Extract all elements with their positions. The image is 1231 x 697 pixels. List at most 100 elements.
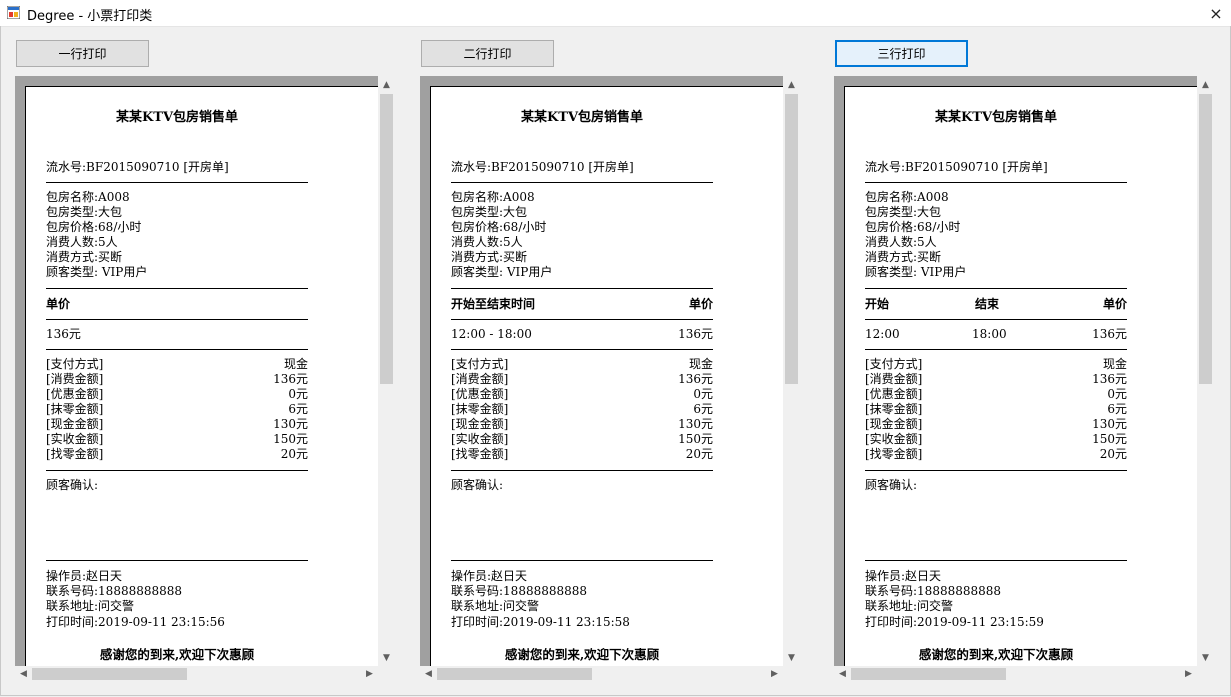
operator: 操作员:赵日天 — [451, 569, 528, 583]
scroll-down-icon[interactable]: ▼ — [378, 649, 395, 666]
divider — [46, 319, 308, 320]
table-header: 单价 — [46, 297, 308, 312]
payment-label: [优惠金额] — [46, 387, 104, 401]
header-price: 单价 — [688, 297, 713, 311]
payment-value: 136元 — [678, 372, 713, 386]
scroll-up-icon[interactable]: ▲ — [378, 76, 395, 93]
vertical-scrollbar[interactable]: ▲ ▼ — [1197, 76, 1214, 666]
payment-value: 0元 — [693, 387, 713, 401]
receipt-title: 某某KTV包房销售单 — [934, 110, 1058, 125]
scroll-up-icon[interactable]: ▲ — [1197, 76, 1214, 93]
table-header: 开始至结束时间 单价 — [451, 297, 713, 312]
divider — [451, 349, 713, 350]
payment-label: [实收金额] — [46, 432, 104, 446]
thanks-message: 感谢您的到来,欢迎下次惠顾 — [504, 647, 660, 662]
vertical-scrollbar[interactable]: ▲ ▼ — [378, 76, 395, 666]
window-title: Degree - 小票打印类 — [27, 9, 153, 24]
scroll-thumb[interactable] — [32, 668, 187, 680]
table-row: 12:00 18:00 136元 — [865, 327, 1127, 342]
payment-value: 6元 — [1107, 402, 1127, 416]
horizontal-scrollbar[interactable]: ◀ ▶ — [420, 666, 783, 682]
payment-row: [优惠金额] 0元 — [865, 387, 1127, 402]
scroll-thumb[interactable] — [380, 94, 393, 384]
horizontal-scrollbar[interactable]: ◀ ▶ — [834, 666, 1197, 682]
close-icon[interactable]: × — [1201, 0, 1231, 26]
payment-value: 20元 — [1099, 447, 1127, 461]
guest-count: 消费人数:5人 — [451, 235, 523, 249]
customer-confirm: 顾客确认: — [451, 478, 504, 492]
receipt-title: 某某KTV包房销售单 — [115, 110, 239, 125]
payment-value: 6元 — [288, 402, 308, 416]
scroll-left-icon[interactable]: ◀ — [15, 666, 32, 682]
payment-value: 20元 — [685, 447, 713, 461]
scroll-corner — [1197, 666, 1214, 682]
room-name: 包房名称:A008 — [451, 190, 535, 204]
payment-value: 130元 — [273, 417, 308, 431]
scroll-right-icon[interactable]: ▶ — [361, 666, 378, 682]
print-two-row-button[interactable]: 二行打印 — [421, 40, 554, 67]
receipt-serial: 流水号:BF2015090710 [开房单] — [865, 160, 1048, 174]
payment-label: [抹零金额] — [451, 402, 509, 416]
payment-label: [现金金额] — [451, 417, 509, 431]
scroll-thumb[interactable] — [851, 668, 1006, 680]
scroll-left-icon[interactable]: ◀ — [834, 666, 851, 682]
consume-mode: 消费方式:买断 — [46, 250, 123, 264]
thanks-message: 感谢您的到来,欢迎下次惠顾 — [918, 647, 1074, 662]
contact-phone: 联系号码:18888888888 — [46, 584, 183, 598]
print-one-row-button[interactable]: 一行打印 — [16, 40, 149, 67]
guest-count: 消费人数:5人 — [46, 235, 118, 249]
room-price: 包房价格:68/小时 — [865, 220, 961, 234]
payment-value: 136元 — [1092, 372, 1127, 386]
divider — [451, 182, 713, 183]
scroll-thumb[interactable] — [437, 668, 592, 680]
payment-label: [消费金额] — [865, 372, 923, 386]
payment-label: [支付方式] — [46, 357, 104, 371]
payment-row: [抹零金额] 6元 — [865, 402, 1127, 417]
divider — [46, 349, 308, 350]
vertical-scrollbar[interactable]: ▲ ▼ — [783, 76, 800, 666]
receipt-preview-panel-2[interactable]: 某某KTV包房销售单 流水号:BF2015090710 [开房单] 包房名称:A… — [420, 76, 800, 682]
divider — [865, 319, 1127, 320]
payment-value: 20元 — [280, 447, 308, 461]
scroll-thumb[interactable] — [785, 94, 798, 384]
contact-address: 联系地址:问交警 — [865, 599, 954, 613]
divider — [451, 319, 713, 320]
operator: 操作员:赵日天 — [46, 569, 123, 583]
app-icon — [7, 6, 20, 19]
scroll-down-icon[interactable]: ▼ — [783, 649, 800, 666]
payment-value: 150元 — [1092, 432, 1127, 446]
header-end: 结束 — [975, 297, 1000, 311]
customer-type: 顾客类型: VIP用户 — [451, 265, 553, 279]
print-time: 打印时间:2019-09-11 23:15:58 — [451, 615, 630, 629]
scroll-thumb[interactable] — [1199, 94, 1212, 384]
thanks-message: 感谢您的到来,欢迎下次惠顾 — [99, 647, 255, 662]
scroll-down-icon[interactable]: ▼ — [1197, 649, 1214, 666]
payment-row: [实收金额] 150元 — [865, 432, 1127, 447]
divider — [46, 470, 308, 471]
payment-value: 现金 — [688, 357, 713, 371]
header-time-range: 开始至结束时间 — [451, 297, 536, 311]
scroll-right-icon[interactable]: ▶ — [1180, 666, 1197, 682]
consume-mode: 消费方式:买断 — [865, 250, 942, 264]
horizontal-scrollbar[interactable]: ◀ ▶ — [15, 666, 378, 682]
divider — [451, 288, 713, 289]
table-row: 12:00 - 18:00 136元 — [451, 327, 713, 342]
header-price: 单价 — [46, 297, 71, 311]
payment-label: [抹零金额] — [46, 402, 104, 416]
receipt-paper: 某某KTV包房销售单 流水号:BF2015090710 [开房单] 包房名称:A… — [844, 86, 1199, 667]
print-three-row-button[interactable]: 三行打印 — [835, 40, 968, 67]
customer-confirm: 顾客确认: — [46, 478, 99, 492]
room-name: 包房名称:A008 — [865, 190, 949, 204]
header-start: 开始 — [865, 297, 890, 311]
table-header: 开始 结束 单价 — [865, 297, 1127, 312]
receipt-preview-panel-3[interactable]: 某某KTV包房销售单 流水号:BF2015090710 [开房单] 包房名称:A… — [834, 76, 1214, 682]
operator: 操作员:赵日天 — [865, 569, 942, 583]
payment-label: [实收金额] — [451, 432, 509, 446]
scroll-left-icon[interactable]: ◀ — [420, 666, 437, 682]
payment-label: [消费金额] — [451, 372, 509, 386]
scroll-right-icon[interactable]: ▶ — [766, 666, 783, 682]
receipt-preview-panel-1[interactable]: 某某KTV包房销售单 流水号:BF2015090710 [开房单] 包房名称:A… — [15, 76, 395, 682]
price-value: 136元 — [1092, 327, 1127, 341]
scroll-up-icon[interactable]: ▲ — [783, 76, 800, 93]
payment-value: 130元 — [1092, 417, 1127, 431]
